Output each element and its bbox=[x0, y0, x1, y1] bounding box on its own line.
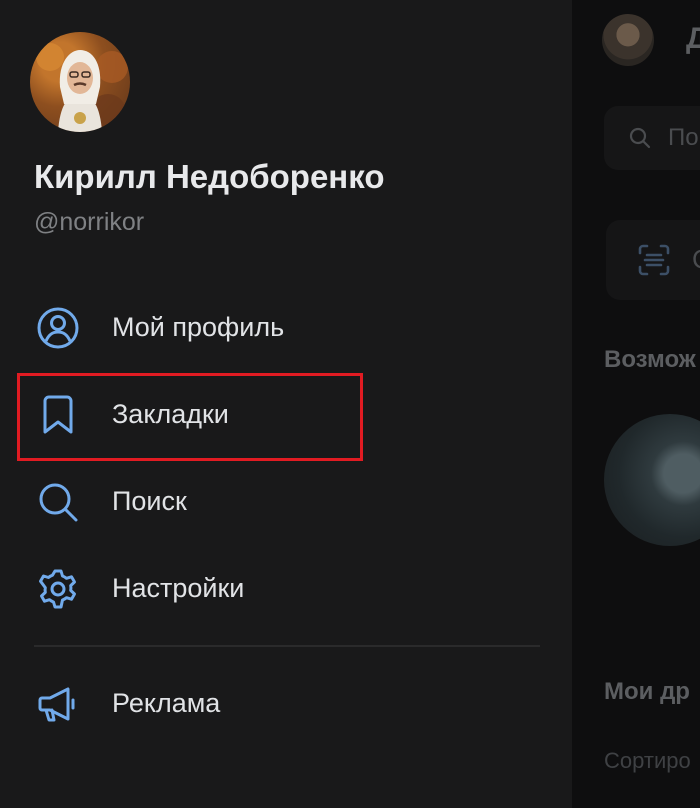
background-title: Д bbox=[686, 22, 700, 55]
background-search-placeholder: По bbox=[668, 124, 699, 151]
background-section-heading: Мои др bbox=[604, 678, 690, 705]
menu-item-my-profile[interactable]: Мой профиль bbox=[0, 288, 572, 368]
background-friend-photo bbox=[604, 414, 700, 546]
gear-icon bbox=[36, 567, 80, 611]
scan-icon bbox=[636, 242, 672, 278]
menu-item-ads[interactable]: Реклама bbox=[0, 664, 572, 744]
search-icon bbox=[628, 126, 652, 150]
background-card-label: С bbox=[692, 244, 700, 275]
megaphone-icon bbox=[36, 682, 80, 726]
menu-divider bbox=[34, 645, 540, 647]
profile-handle: @norrikor bbox=[34, 208, 145, 236]
menu-item-label: Поиск bbox=[112, 486, 187, 516]
navigation-drawer: Кирилл Недоборенко @norrikor Мой профиль… bbox=[0, 0, 572, 808]
background-section-heading: Возмож bbox=[604, 346, 696, 373]
menu-item-settings[interactable]: Настройки bbox=[0, 549, 572, 629]
avatar[interactable] bbox=[30, 32, 130, 132]
menu-item-search[interactable]: Поиск bbox=[0, 462, 572, 542]
background-screen: Д По С Возмож Мои др Сортиро bbox=[572, 0, 700, 808]
user-circle-icon bbox=[36, 306, 80, 350]
menu-item-label: Настройки bbox=[112, 573, 245, 603]
menu-item-label: Мой профиль bbox=[112, 312, 285, 342]
background-scan-card: С bbox=[606, 220, 700, 300]
background-sort-label: Сортиро bbox=[604, 748, 691, 773]
background-avatar bbox=[602, 14, 654, 66]
bookmark-icon bbox=[36, 393, 80, 437]
search-icon bbox=[36, 480, 80, 524]
menu-item-label: Закладки bbox=[112, 399, 229, 429]
menu-item-label: Реклама bbox=[112, 688, 221, 718]
background-search-field: По bbox=[604, 106, 700, 170]
menu-item-bookmarks[interactable]: Закладки bbox=[0, 375, 572, 455]
profile-name: Кирилл Недоборенко bbox=[34, 158, 385, 195]
